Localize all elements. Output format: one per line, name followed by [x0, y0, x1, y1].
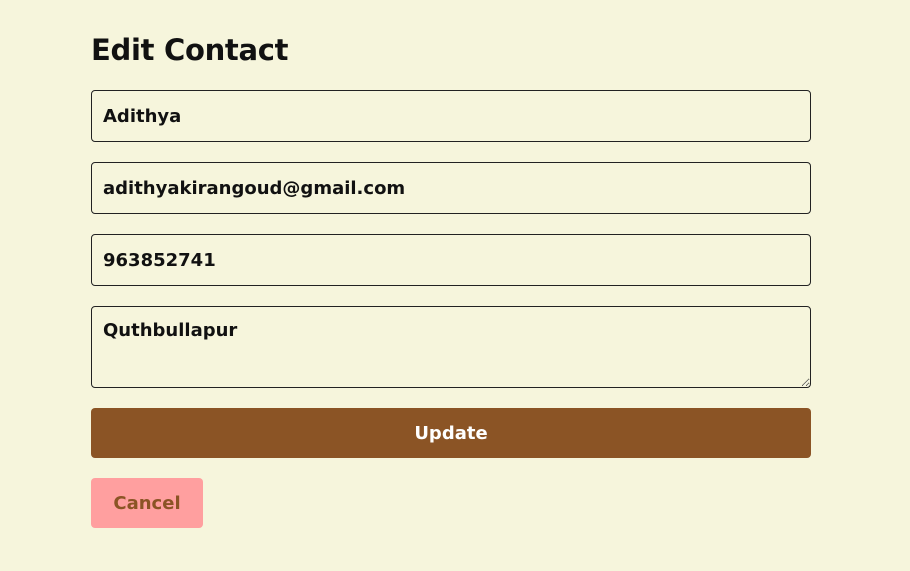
address-textarea[interactable]: Quthbullapur: [91, 306, 811, 388]
page-title: Edit Contact: [91, 33, 289, 67]
update-button[interactable]: Update: [91, 408, 811, 458]
email-input[interactable]: [91, 162, 811, 214]
name-input[interactable]: [91, 90, 811, 142]
cancel-button[interactable]: Cancel: [91, 478, 203, 528]
phone-input[interactable]: [91, 234, 811, 286]
edit-contact-page: Edit Contact Quthbullapur Update Cancel: [0, 0, 910, 571]
edit-contact-form: Edit Contact Quthbullapur Update Cancel: [91, 30, 811, 528]
